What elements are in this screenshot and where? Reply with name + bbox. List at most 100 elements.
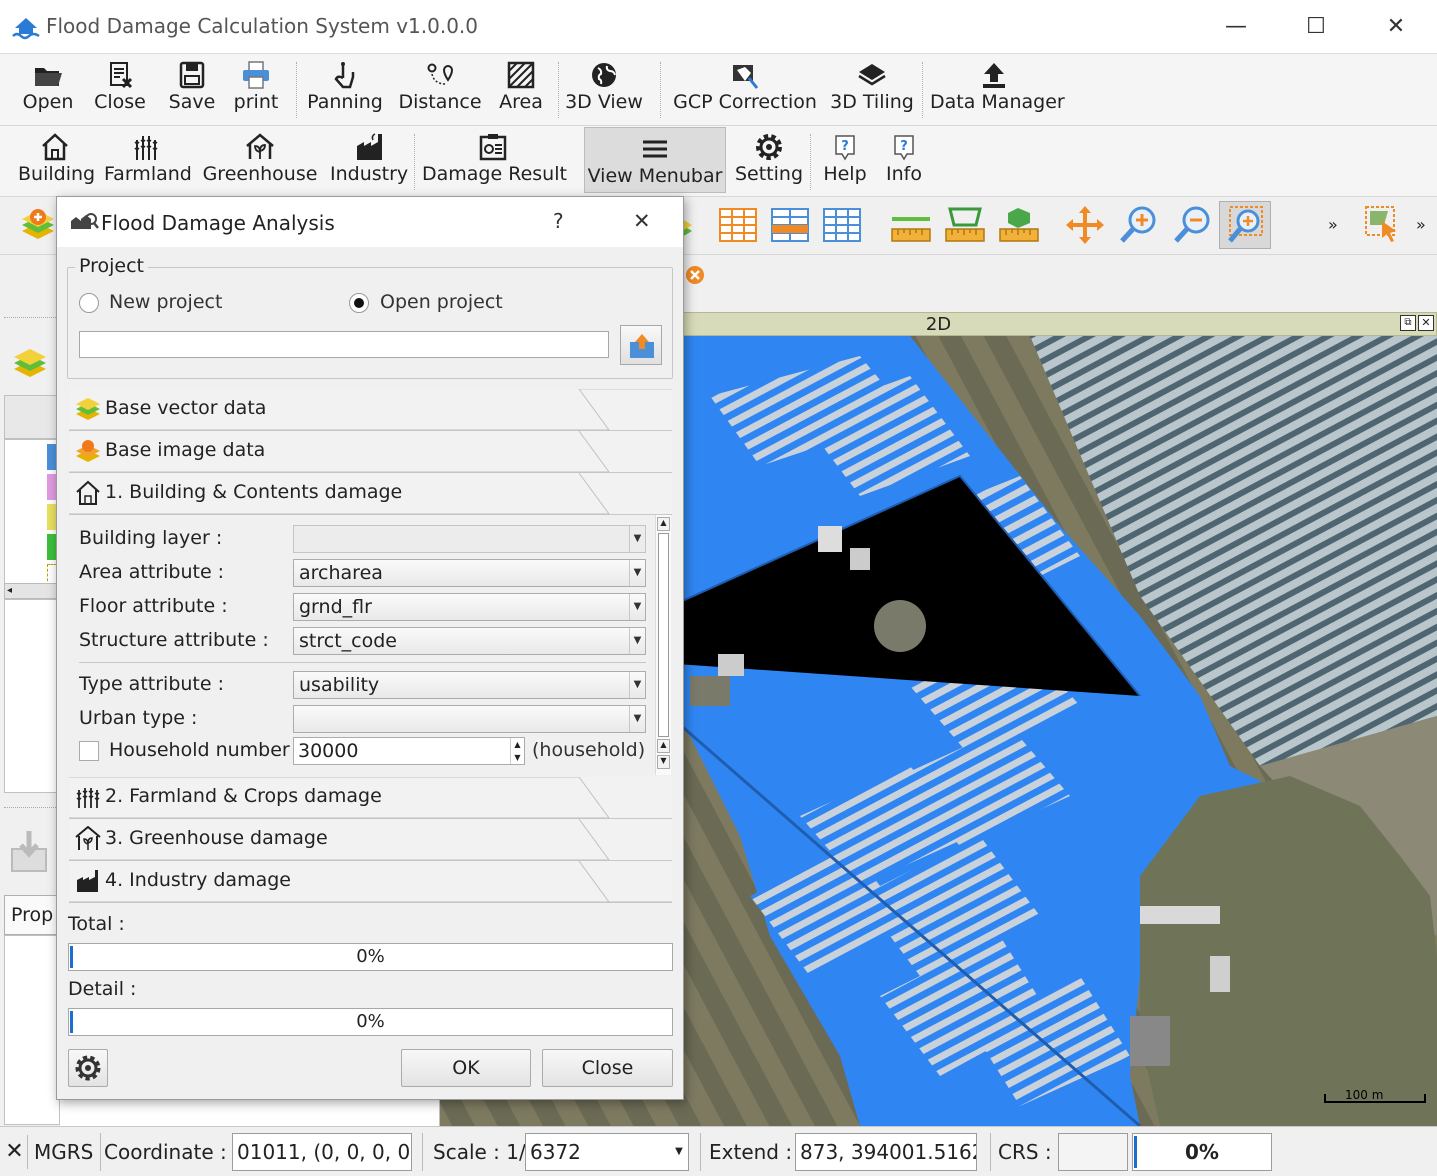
title-bar: Flood Damage Calculation System v1.0.0.0… xyxy=(0,0,1437,54)
pan-arrows-icon[interactable] xyxy=(1062,203,1108,247)
ribbon-separator xyxy=(558,62,559,118)
layers-icon[interactable] xyxy=(12,343,48,381)
section-farmland[interactable]: 2. Farmland & Crops damage xyxy=(69,777,672,819)
measure-volume-icon[interactable] xyxy=(996,203,1042,247)
greenhouse-button[interactable]: Greenhouse xyxy=(202,126,318,196)
household-checkbox[interactable] xyxy=(79,741,99,761)
gcp-icon xyxy=(733,65,759,89)
radio-dot xyxy=(354,298,364,308)
select-feature-icon[interactable] xyxy=(1360,203,1406,247)
scroll-up-icon[interactable]: ▲ xyxy=(657,517,670,531)
area-attribute-select[interactable]: archarea ▼ xyxy=(293,559,646,587)
restore-map-icon[interactable]: ⧉ xyxy=(1400,315,1416,331)
extend-label: Extend : xyxy=(709,1140,793,1164)
dock-divider-2 xyxy=(4,807,60,808)
panning-button[interactable]: Panning xyxy=(306,54,384,124)
window-close-button[interactable]: ✕ xyxy=(1376,8,1416,46)
scale-bar-label: 100 m xyxy=(1345,1088,1384,1102)
scroll-down-icon[interactable]: ▼ xyxy=(657,755,670,769)
help-button[interactable]: ? Help xyxy=(818,126,872,196)
zoom-box-icon xyxy=(1228,206,1263,243)
open-project-label: Open project xyxy=(380,291,503,313)
zoom-out-icon[interactable] xyxy=(1170,203,1216,247)
extend-value: 873, 394001.5162 xyxy=(795,1133,977,1171)
dialog-title: Flood Damage Analysis xyxy=(101,211,335,235)
household-number-input[interactable]: 30000 ▲ ▼ xyxy=(293,737,525,765)
3d-tiling-button[interactable]: 3D Tiling xyxy=(828,54,916,124)
print-button[interactable]: print xyxy=(226,54,286,124)
save-button[interactable]: Save xyxy=(160,54,224,124)
damage-result-button[interactable]: Damage Result xyxy=(422,126,567,196)
info-button[interactable]: ? Info xyxy=(878,126,930,196)
ok-button[interactable]: OK xyxy=(401,1049,531,1087)
section-industry[interactable]: 4. Industry damage xyxy=(69,861,672,903)
zoom-box-button[interactable] xyxy=(1219,201,1271,249)
globe-icon xyxy=(592,63,616,87)
table-columns-icon[interactable] xyxy=(820,203,866,247)
distance-button[interactable]: Distance xyxy=(396,54,484,124)
layer-tab[interactable] xyxy=(4,395,60,439)
3d-view-button[interactable]: 3D View xyxy=(564,54,644,124)
total-progress-fill xyxy=(70,946,73,968)
section-greenhouse[interactable]: 3. Greenhouse damage xyxy=(69,819,672,861)
window-title: Flood Damage Calculation System v1.0.0.0 xyxy=(46,14,479,38)
ribbon-separator xyxy=(660,62,661,118)
farmland-button[interactable]: Farmland xyxy=(104,126,192,196)
spin-down-icon[interactable]: ▼ xyxy=(510,751,524,764)
building-scrollbar[interactable]: ▲ ▲ ▼ xyxy=(655,515,671,775)
area-attribute-label: Area attribute : xyxy=(79,561,225,583)
properties-tab[interactable]: Prop xyxy=(4,895,60,935)
table-orange-icon[interactable] xyxy=(716,203,762,247)
building-layer-label: Building layer : xyxy=(79,527,223,549)
chevron-down-icon[interactable]: ▼ xyxy=(670,1134,688,1170)
data-manager-button[interactable]: Data Manager xyxy=(930,54,1065,124)
measure-line-icon[interactable] xyxy=(888,203,934,247)
table-select-icon[interactable] xyxy=(768,203,814,247)
spin-up-icon[interactable]: ▲ xyxy=(510,738,524,751)
setting-button[interactable]: Setting xyxy=(734,126,804,196)
gcp-correction-button[interactable]: GCP Correction xyxy=(672,54,818,124)
building-button[interactable]: Building xyxy=(18,126,95,196)
type-attribute-select[interactable]: usability ▼ xyxy=(293,671,646,699)
open-button[interactable]: Open xyxy=(16,54,80,124)
dialog-help-button[interactable]: ? xyxy=(553,209,564,233)
scroll-thumb[interactable] xyxy=(658,533,669,737)
section-building[interactable]: 1. Building & Contents damage xyxy=(69,473,672,515)
section-base-image[interactable]: Base image data xyxy=(69,431,672,473)
project-path-input[interactable] xyxy=(79,331,609,358)
view-menubar-button[interactable]: View Menubar xyxy=(584,127,726,193)
statusbar-close-icon[interactable]: ✕ xyxy=(2,1135,28,1169)
mgrs-label[interactable]: MGRS xyxy=(34,1133,93,1171)
svg-text:?: ? xyxy=(841,139,849,154)
open-project-radio[interactable] xyxy=(349,293,369,313)
building-layer-select[interactable]: ▼ xyxy=(293,525,646,553)
minimize-button[interactable]: — xyxy=(1216,8,1256,46)
dialog-settings-button[interactable] xyxy=(68,1049,108,1087)
scale-combo[interactable]: 6372 ▼ xyxy=(525,1133,689,1171)
remove-icon[interactable] xyxy=(684,264,706,286)
floor-attribute-select[interactable]: grnd_flr ▼ xyxy=(293,593,646,621)
layer-scrollbar[interactable]: ◂ xyxy=(4,583,60,599)
chevron-down-icon: ▼ xyxy=(629,526,645,552)
dialog-close-x-button[interactable]: ✕ xyxy=(633,209,651,233)
chevron-down-icon: ▼ xyxy=(629,560,645,586)
browse-project-button[interactable] xyxy=(620,325,662,365)
crops-icon xyxy=(76,788,100,808)
close-file-icon xyxy=(110,62,133,89)
close-button[interactable]: Close xyxy=(542,1049,673,1087)
measure-area-icon[interactable] xyxy=(942,203,988,247)
toolbar-overflow-icon-2[interactable]: » xyxy=(1416,215,1426,234)
section-base-vector[interactable]: Base vector data xyxy=(69,389,672,431)
urban-type-select[interactable]: ▼ xyxy=(293,705,646,733)
status-separator xyxy=(700,1133,701,1171)
maximize-button[interactable]: ☐ xyxy=(1296,8,1336,46)
structure-attribute-select[interactable]: strct_code ▼ xyxy=(293,627,646,655)
close-map-icon[interactable]: ✕ xyxy=(1418,315,1434,331)
new-project-radio[interactable] xyxy=(79,293,99,313)
toolbar-overflow-icon[interactable]: » xyxy=(1328,215,1338,234)
close-file-button[interactable]: Close xyxy=(88,54,152,124)
scroll-up-icon-2[interactable]: ▲ xyxy=(657,739,670,753)
industry-button[interactable]: Industry xyxy=(330,126,408,196)
area-button[interactable]: Area xyxy=(492,54,550,124)
zoom-in-icon[interactable] xyxy=(1116,203,1162,247)
